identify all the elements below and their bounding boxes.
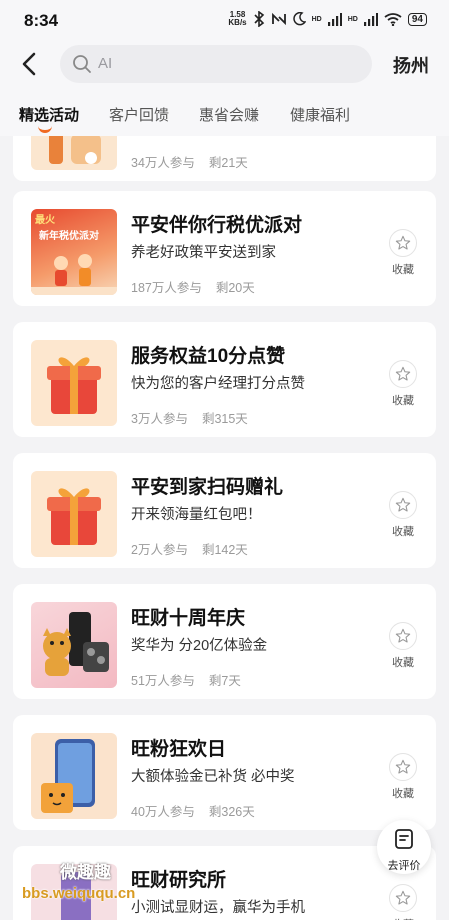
hd-label-2: HD [347, 15, 358, 23]
activity-list: 34万人参与剩21天 收藏 最火 新年税优派对 平安伴你行税优派对 养老好政策平… [0, 136, 449, 920]
star-icon [395, 235, 411, 250]
activity-card[interactable]: 服务权益10分点赞 快为您的客户经理打分点赞 3万人参与 剩315天 收藏 [13, 322, 436, 437]
activity-card[interactable]: 34万人参与剩21天 收藏 [13, 136, 436, 181]
favorite-button[interactable]: 收藏 [388, 491, 418, 539]
activity-meta: 40万人参与 剩326天 [131, 805, 255, 819]
watermark: 微趣趣 bbs.weiququ.cn [22, 858, 135, 902]
signal-icon-1 [327, 12, 342, 26]
gift-icon [47, 488, 101, 545]
status-time: 8:34 [24, 11, 59, 30]
activity-card[interactable]: 旺财十周年庆 奖华为 分20亿体验金 51万人参与 剩7天 收藏 [13, 584, 436, 699]
favorite-button[interactable]: 收藏 [388, 753, 418, 801]
activity-meta: 3万人参与 剩315天 [131, 412, 248, 426]
category-tabs: 精选活动 客户回馈 惠省会赚 健康福利 [0, 90, 449, 136]
activity-title: 旺粉狂欢日 [131, 739, 227, 760]
star-icon [395, 628, 411, 643]
activity-meta: 2万人参与 剩142天 [131, 543, 248, 557]
favorite-button[interactable]: 收藏 [388, 229, 418, 277]
star-icon [395, 497, 411, 512]
watermark-url: bbs.weiququ.cn [22, 885, 136, 902]
status-bar: 8:34 1.58 KB/s HD HD 94 [0, 0, 449, 40]
activity-subtitle: 养老好政策平安送到家 [131, 245, 276, 261]
activity-card[interactable]: 旺粉狂欢日 大额体验金已补货 必中奖 40万人参与 剩326天 收藏 [13, 715, 436, 830]
activity-meta: 187万人参与 剩20天 [131, 281, 255, 295]
star-icon [395, 890, 411, 905]
favorite-label: 收藏 [392, 788, 414, 800]
activity-subtitle: 大额体验金已补货 必中奖 [131, 769, 295, 785]
city-selector[interactable]: 扬州 [393, 52, 429, 78]
signal-icon-2 [363, 12, 378, 26]
tab-health-benefits[interactable]: 健康福利 [290, 104, 350, 125]
favorite-label: 收藏 [392, 657, 414, 669]
activity-card[interactable]: 平安到家扫码赠礼 开来领海量红包吧！ 2万人参与 剩142天 收藏 [13, 453, 436, 568]
activity-thumbnail: 最火 新年税优派对 [31, 209, 117, 295]
status-icons: 1.58 KB/s HD HD 94 [228, 11, 427, 27]
moon-icon [292, 12, 306, 26]
activity-title: 平安到家扫码赠礼 [131, 477, 284, 498]
bluetooth-icon [254, 11, 264, 27]
search-icon [73, 55, 91, 73]
activity-title: 平安伴你行税优派对 [131, 215, 303, 236]
star-icon [395, 759, 411, 774]
net-speed: 1.58 KB/s [228, 10, 247, 27]
wifi-icon [384, 12, 402, 26]
activity-thumbnail [31, 136, 117, 170]
review-float-button[interactable]: 去评价 [377, 820, 431, 874]
chevron-left-icon [22, 52, 36, 76]
favorite-label: 收藏 [392, 264, 414, 276]
tab-customer-rewards[interactable]: 客户回馈 [109, 104, 169, 125]
favorite-button[interactable]: 收藏 [388, 884, 418, 920]
star-icon [395, 366, 411, 381]
tab-featured[interactable]: 精选活动 [19, 104, 79, 125]
activity-subtitle: 奖华为 分20亿体验金 [131, 638, 268, 654]
favorite-label: 收藏 [392, 395, 414, 407]
battery-icon: 94 [407, 12, 427, 26]
activity-subtitle: 小测试显财运，赢华为手机 [131, 900, 305, 916]
header: AI 扬州 [0, 40, 449, 90]
tab-save-earn[interactable]: 惠省会赚 [199, 104, 259, 125]
activity-title: 旺财十周年庆 [131, 608, 246, 629]
favorite-label: 收藏 [392, 526, 414, 538]
review-label: 去评价 [387, 860, 421, 872]
thumb-badge: 最火 [35, 215, 55, 226]
nfc-icon [271, 12, 286, 26]
activity-thumbnail [31, 602, 117, 688]
activity-meta: 51万人参与 剩7天 [131, 674, 241, 688]
active-tab-indicator [38, 126, 52, 133]
activity-card[interactable]: 最火 新年税优派对 平安伴你行税优派对 养老好政策平安送到家 187万人参与 剩2… [13, 191, 436, 306]
search-placeholder: AI [98, 55, 113, 72]
activity-title: 旺财研究所 [131, 870, 227, 891]
activity-title: 服务权益10分点赞 [131, 346, 286, 367]
gift-icon [47, 357, 101, 414]
activity-thumbnail [31, 340, 117, 426]
activity-thumbnail [31, 471, 117, 557]
favorite-label: 收藏 [388, 916, 418, 920]
favorite-button[interactable]: 收藏 [388, 360, 418, 408]
activity-meta: 34万人参与 剩21天 [131, 156, 248, 170]
back-button[interactable] [16, 50, 44, 78]
hd-label-1: HD [311, 15, 322, 23]
review-icon [395, 829, 413, 849]
activity-thumbnail [31, 733, 117, 819]
search-input[interactable]: AI [60, 45, 372, 83]
activity-subtitle: 快为您的客户经理打分点赞 [131, 376, 305, 392]
favorite-button[interactable]: 收藏 [388, 622, 418, 670]
thumb-caption: 新年税优派对 [39, 231, 99, 242]
watermark-cn: 微趣趣 [60, 863, 111, 882]
activity-subtitle: 开来领海量红包吧！ [131, 507, 262, 523]
